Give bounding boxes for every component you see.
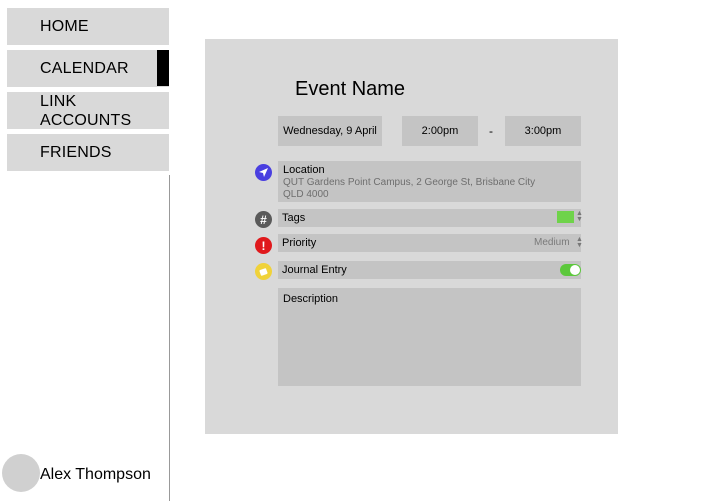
description-field[interactable]: Description <box>278 288 581 386</box>
journal-entry-label: Journal Entry <box>282 264 347 276</box>
start-time-value: 2:00pm <box>421 125 459 137</box>
sidebar-item-link-accounts[interactable]: LINK ACCOUNTS <box>7 92 169 129</box>
description-label: Description <box>283 293 339 305</box>
priority-stepper-icon[interactable]: ▲ ▼ <box>576 236 583 249</box>
active-nav-indicator <box>157 50 169 86</box>
location-address-line1: QUT Gardens Point Campus, 2 George St, B… <box>283 177 536 188</box>
sidebar-item-friends[interactable]: FRIENDS <box>7 134 169 171</box>
label-line-2: ACCOUNTS <box>40 111 132 129</box>
location-label: Location <box>283 164 325 176</box>
tags-label: Tags <box>282 212 306 224</box>
navigation-arrow-icon <box>255 164 272 181</box>
location-field[interactable]: Location QUT Gardens Point Campus, 2 Geo… <box>278 161 581 202</box>
sidebar-item-label: LINK ACCOUNTS <box>40 92 131 130</box>
priority-value: Medium <box>534 237 570 248</box>
toggle-knob <box>570 265 580 275</box>
event-title[interactable]: Event Name <box>295 78 405 101</box>
journal-icon <box>255 263 272 280</box>
sidebar-item-label: CALENDAR <box>40 59 129 77</box>
date-field[interactable]: Wednesday, 9 April <box>278 116 382 146</box>
sidebar-item-home[interactable]: HOME <box>7 8 169 45</box>
priority-label: Priority <box>282 237 317 249</box>
time-separator: - <box>489 124 493 138</box>
date-value: Wednesday, 9 April <box>283 125 377 137</box>
tag-color-swatch[interactable] <box>557 211 574 223</box>
end-time-value: 3:00pm <box>524 125 562 137</box>
sidebar-divider <box>169 175 170 501</box>
user-name: Alex Thompson <box>40 466 151 483</box>
journal-entry-field: Journal Entry <box>278 261 581 279</box>
avatar[interactable] <box>2 454 40 492</box>
sidebar-item-label: FRIENDS <box>40 143 112 161</box>
tags-stepper-icon[interactable]: ▲ ▼ <box>576 210 583 223</box>
label-line-1: LINK <box>40 92 77 110</box>
exclamation-icon: ! <box>255 237 272 254</box>
sidebar-item-calendar[interactable]: CALENDAR <box>7 50 169 87</box>
start-time-field[interactable]: 2:00pm <box>402 116 478 146</box>
location-address-line2: QLD 4000 <box>283 189 329 200</box>
end-time-field[interactable]: 3:00pm <box>505 116 581 146</box>
tags-field[interactable]: Tags <box>278 209 581 227</box>
sidebar-item-label: HOME <box>40 17 89 35</box>
hashtag-icon: # <box>255 211 272 228</box>
journal-entry-toggle[interactable] <box>560 264 581 276</box>
